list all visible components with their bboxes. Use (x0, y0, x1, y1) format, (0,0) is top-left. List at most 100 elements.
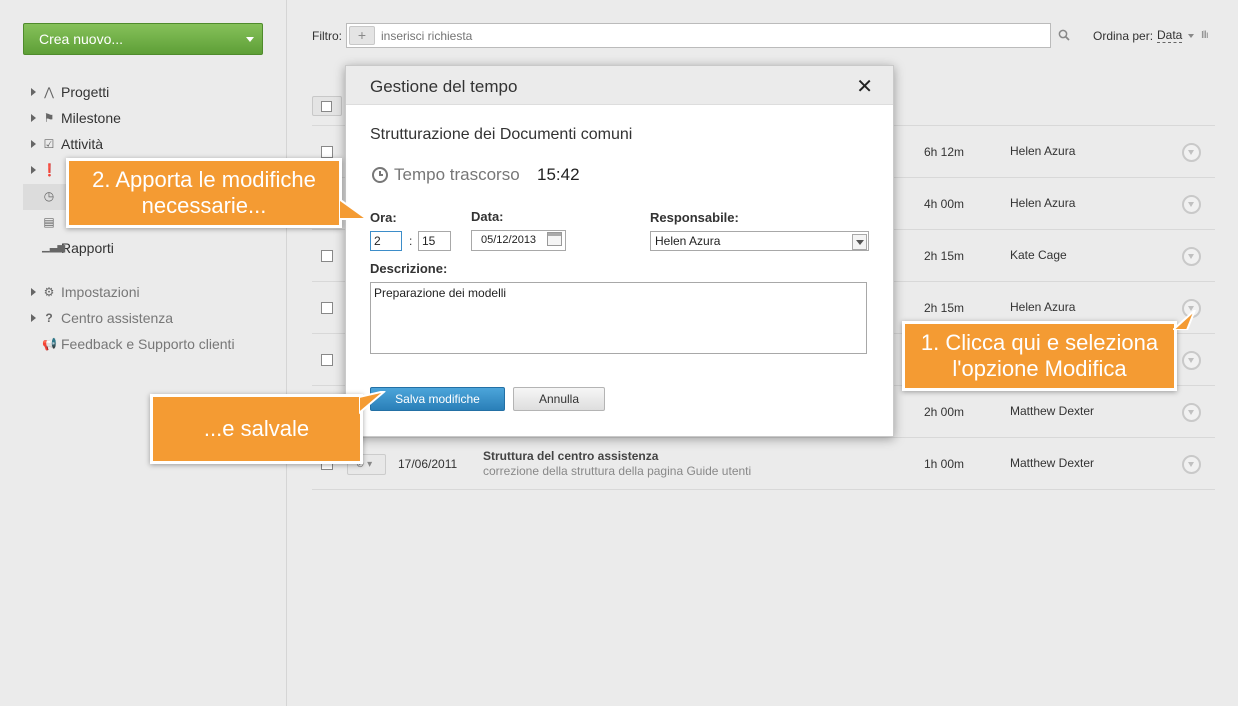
cancel-button[interactable]: Annulla (513, 387, 605, 411)
row-actions-icon[interactable] (1182, 143, 1201, 162)
sidebar-item-label: Progetti (61, 84, 110, 100)
row-person: Matthew Dexter (1010, 456, 1095, 470)
add-filter-icon[interactable]: + (349, 26, 375, 45)
responsible-select[interactable]: Helen Azura (650, 231, 869, 251)
row-actions-icon[interactable] (1182, 247, 1201, 266)
table-row: ⊘ ▾ 17/06/2011 Struttura del centro assi… (312, 437, 1215, 489)
sidebar-item-centro-assistenza[interactable]: ? Centro assistenza (23, 306, 287, 332)
task-name: Strutturazione dei Documenti comuni (370, 126, 633, 143)
elapsed-label: Tempo trascorso (394, 165, 520, 184)
close-icon[interactable]: ✕ (856, 74, 873, 99)
sidebar-item-label: Centro assistenza (61, 310, 174, 326)
row-actions-icon[interactable] (1182, 195, 1201, 214)
callout-step-3: ...e salvale (150, 391, 386, 464)
callout-text: 2. Apporta le modifiche (92, 167, 316, 192)
sidebar-item-label: Milestone (61, 110, 121, 126)
expand-arrow-icon[interactable] (31, 140, 36, 148)
filter-input[interactable] (381, 29, 981, 43)
elapsed-value: 15:42 (537, 165, 580, 184)
row-duration: 4h 00m (924, 197, 965, 211)
calendar-icon[interactable] (547, 232, 562, 246)
sidebar-item-label: Impostazioni (61, 284, 140, 300)
chevron-down-icon (246, 37, 254, 42)
row-title[interactable]: Struttura del centro assistenza (483, 449, 658, 463)
table-divider (312, 489, 1215, 490)
row-actions-icon[interactable] (1182, 455, 1201, 474)
question-icon: ? (45, 311, 53, 325)
expand-arrow-icon[interactable] (31, 314, 36, 322)
responsible-value: Helen Azura (655, 234, 721, 248)
row-checkbox[interactable] (321, 302, 333, 314)
time-management-dialog: Gestione del tempo ✕ Strutturazione dei … (345, 65, 894, 437)
expand-arrow-icon[interactable] (31, 288, 36, 296)
row-subtitle: correzione della struttura della pagina … (483, 464, 752, 478)
row-duration: 1h 00m (924, 457, 965, 471)
row-checkbox[interactable] (321, 146, 333, 158)
row-duration: 6h 12m (924, 145, 965, 159)
sidebar-item-impostazioni[interactable]: ⚙ Impostazioni (23, 280, 287, 306)
row-duration: 2h 15m (924, 249, 965, 263)
sidebar-item-rapporti[interactable]: ▁▃▅ Rapporti (23, 236, 287, 262)
date-label: Data: (471, 209, 504, 224)
row-person: Helen Azura (1010, 144, 1076, 158)
dialog-title: Gestione del tempo (370, 77, 518, 96)
chevron-down-icon[interactable] (852, 234, 867, 250)
filter-label: Filtro: (312, 29, 342, 43)
sidebar: Crea nuovo... ⋀ Progetti ⚑ Milestone ☑ A… (0, 0, 287, 706)
sidebar-item-progetti[interactable]: ⋀ Progetti (23, 80, 287, 106)
callout-step-2: 2. Apporta le modifiche necessarie... (66, 158, 369, 228)
callout-step-1: 1. Clicca qui e seleziona l'opzione Modi… (902, 310, 1196, 391)
sort-dropdown[interactable]: Data (1157, 29, 1183, 43)
search-icon[interactable] (1058, 29, 1070, 41)
description-label: Descrizione: (370, 261, 448, 276)
sidebar-item-label: Attività (61, 136, 104, 152)
callout-pointer (339, 197, 369, 220)
row-person: Kate Cage (1010, 248, 1067, 262)
select-all-checkbox[interactable] (321, 101, 332, 112)
create-new-button[interactable]: Crea nuovo... (23, 23, 263, 55)
select-all-button[interactable] (312, 96, 342, 116)
sidebar-item-milestone[interactable]: ⚑ Milestone (23, 106, 287, 132)
description-textarea[interactable]: Preparazione dei modelli (370, 282, 867, 354)
chevron-down-icon[interactable] (1188, 34, 1194, 38)
time-separator: : (409, 234, 413, 248)
row-person: Matthew Dexter (1010, 404, 1095, 418)
row-checkbox[interactable] (321, 354, 333, 366)
dialog-header: Gestione del tempo ✕ (346, 66, 893, 105)
row-person: Helen Azura (1010, 300, 1076, 314)
hour-input[interactable] (370, 231, 402, 251)
row-checkbox[interactable] (321, 250, 333, 262)
callout-pointer (359, 391, 386, 415)
flag-icon: ⚑ (43, 111, 55, 125)
hour-label: Ora: (370, 210, 397, 225)
discussion-icon: ❗ (42, 163, 57, 177)
row-actions-icon[interactable] (1182, 403, 1201, 422)
row-date: 17/06/2011 (398, 457, 458, 471)
document-icon: ▤ (43, 215, 55, 229)
sidebar-item-label: Rapporti (61, 240, 114, 256)
checkbox-icon: ☑ (43, 137, 55, 151)
callout-pointer (1173, 310, 1196, 330)
minute-input[interactable] (418, 231, 451, 251)
gear-icon: ⚙ (43, 285, 55, 299)
sidebar-item-label: Feedback e Supporto clienti (61, 336, 235, 352)
callout-text: 1. Clicca qui e seleziona (920, 330, 1159, 355)
filter-box[interactable]: + (346, 23, 1051, 48)
callout-text: l'opzione Modifica (952, 356, 1127, 381)
callout-text: necessarie... (141, 193, 267, 218)
responsible-label: Responsabile: (650, 210, 739, 225)
clock-icon: ◷ (43, 189, 55, 203)
row-actions-icon[interactable] (1182, 351, 1201, 370)
date-value: 05/12/2013 (481, 234, 537, 246)
expand-arrow-icon[interactable] (31, 166, 36, 174)
row-person: Helen Azura (1010, 196, 1076, 210)
create-new-label: Crea nuovo... (39, 31, 124, 47)
expand-arrow-icon[interactable] (31, 88, 36, 96)
callout-text: ...e salvale (203, 416, 310, 441)
save-changes-button[interactable]: Salva modifiche (370, 387, 505, 411)
sidebar-item-feedback[interactable]: 📢 Feedback e Supporto clienti (23, 332, 287, 358)
sort-order-icon[interactable]: I‖ı (1201, 30, 1209, 41)
expand-arrow-icon[interactable] (31, 114, 36, 122)
chart-icon: ▁▃▅ (42, 242, 66, 253)
sidebar-item-attivita[interactable]: ☑ Attività (23, 132, 287, 158)
